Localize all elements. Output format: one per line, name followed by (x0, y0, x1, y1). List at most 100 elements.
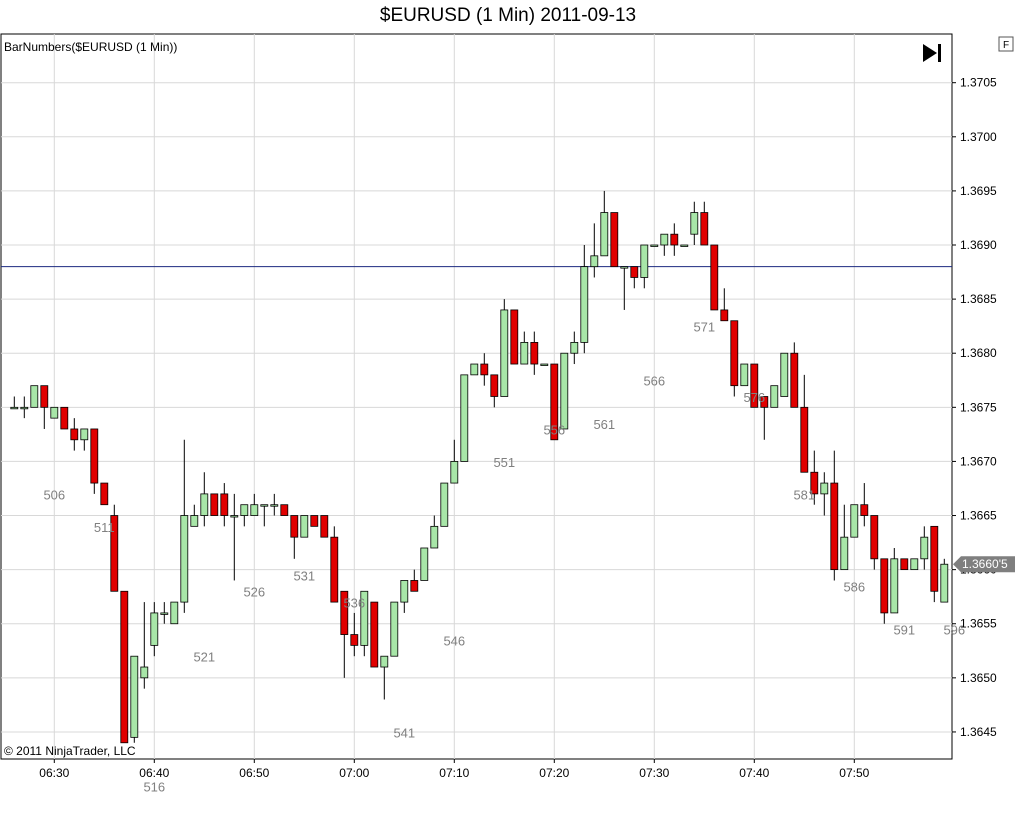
candle-body-down (870, 515, 879, 560)
candle-body-down (220, 493, 229, 516)
x-tick-label: 06:40 (139, 766, 169, 780)
candle-body-down (720, 309, 729, 322)
candle (460, 374, 469, 462)
candle-body-down (480, 363, 489, 376)
candle-body-up (250, 504, 259, 516)
candle-body-down (350, 634, 359, 646)
candle (710, 244, 719, 311)
bar-number-label: 571 (693, 320, 715, 335)
candle-body-up (560, 352, 569, 430)
candle-body-up (770, 385, 779, 408)
indicator-label: BarNumbers($EURUSD (1 Min)) (4, 40, 177, 54)
candle-body-up (500, 309, 509, 397)
candle-body-down (290, 515, 299, 538)
x-tick-label: 06:50 (239, 766, 269, 780)
candle-body-up (390, 601, 399, 657)
x-axis: 06:30 06:40 06:50 07:00 07:10 07:20 07:30 07:40… (39, 759, 870, 780)
candle-body-up (50, 406, 59, 419)
candle-body-up (10, 406, 19, 410)
candle-body-up (260, 504, 269, 507)
plot-frame (0, 33, 953, 760)
last-price-label: 1.3660'5 (962, 557, 1008, 571)
candle-body-down (830, 482, 839, 571)
candle-body-down (880, 558, 889, 614)
candle-body-up (570, 341, 579, 354)
candle (210, 493, 219, 516)
candle (910, 558, 919, 571)
bar-number-label: 541 (393, 725, 415, 740)
bar-number-label: 551 (493, 455, 515, 470)
candle-body-down (60, 406, 69, 430)
y-tick-label: 1.3665 (960, 509, 997, 523)
y-tick-label: 1.3695 (960, 184, 997, 198)
y-tick-label: 1.3685 (960, 292, 997, 306)
candle-body-up (380, 655, 389, 668)
candle-body-up (170, 601, 179, 625)
candle-body-down (790, 352, 799, 408)
bar-number-label: 536 (343, 596, 365, 611)
candle (280, 504, 289, 516)
x-tick-label: 07:20 (539, 766, 569, 780)
y-tick-label: 1.3670 (960, 454, 997, 468)
candle-body-up (840, 536, 849, 571)
candle-body-down (90, 428, 99, 484)
candle (370, 601, 379, 668)
candle (650, 244, 659, 247)
candle-body-down (700, 212, 709, 246)
candle (50, 406, 59, 419)
candle-body-up (430, 525, 439, 549)
x-tick-label: 07:10 (439, 766, 469, 780)
candle-body-up (580, 266, 589, 343)
bar-number-label: 576 (743, 390, 765, 405)
candle-body-down (800, 406, 809, 473)
candle-body-up (240, 504, 249, 516)
bar-number-label: 581 (793, 487, 815, 502)
x-tick-label: 07:50 (839, 766, 869, 780)
candle-body-up (140, 666, 149, 679)
candle-body-up (190, 515, 199, 527)
y-tick-label: 1.3650 (960, 671, 997, 685)
candle-body-down (310, 515, 319, 527)
candle (610, 212, 619, 268)
candle-body-up (920, 536, 929, 560)
candle (680, 244, 689, 247)
candle (540, 363, 549, 366)
candle (770, 385, 779, 408)
candle-body-down (320, 515, 329, 538)
candle-body-up (740, 363, 749, 387)
candle-body-down (900, 558, 909, 571)
bar-number-label: 526 (243, 585, 265, 600)
y-tick-label: 1.3700 (960, 130, 997, 144)
y-tick-label: 1.3655 (960, 617, 997, 631)
candle-body-down (510, 309, 519, 365)
candle-body-up (440, 482, 449, 527)
candle-body-up (270, 504, 279, 507)
chart-canvas[interactable]: 506 511 516 521 526 531 536 541 546 551 556 561 566 5… (0, 0, 1016, 815)
y-tick-label: 1.3675 (960, 400, 997, 414)
panel-button[interactable]: F (998, 36, 1014, 52)
candle-body-down (330, 536, 339, 603)
candle-body-up (660, 233, 669, 246)
candle-body-up (460, 374, 469, 462)
candle-body-up (520, 341, 529, 365)
candle-body-up (620, 266, 629, 269)
candle-body-up (590, 255, 599, 268)
candle (30, 385, 39, 408)
candle (60, 406, 69, 430)
y-tick-label: 1.3705 (960, 76, 997, 90)
x-tick-label: 07:00 (339, 766, 369, 780)
candle (300, 515, 309, 538)
candle-body-down (730, 320, 739, 387)
candle-body-down (930, 525, 939, 592)
y-tick-label: 1.3680 (960, 346, 997, 360)
candle-body-up (160, 612, 169, 615)
candle (850, 504, 859, 538)
candle-body-up (230, 515, 239, 518)
candle-body-down (120, 590, 129, 744)
candle-body-up (200, 493, 209, 516)
candle-body-down (410, 580, 419, 592)
candle-body-up (80, 428, 89, 441)
candle-body-down (370, 601, 379, 668)
candle-body-up (30, 385, 39, 408)
candle-body-up (780, 352, 789, 397)
